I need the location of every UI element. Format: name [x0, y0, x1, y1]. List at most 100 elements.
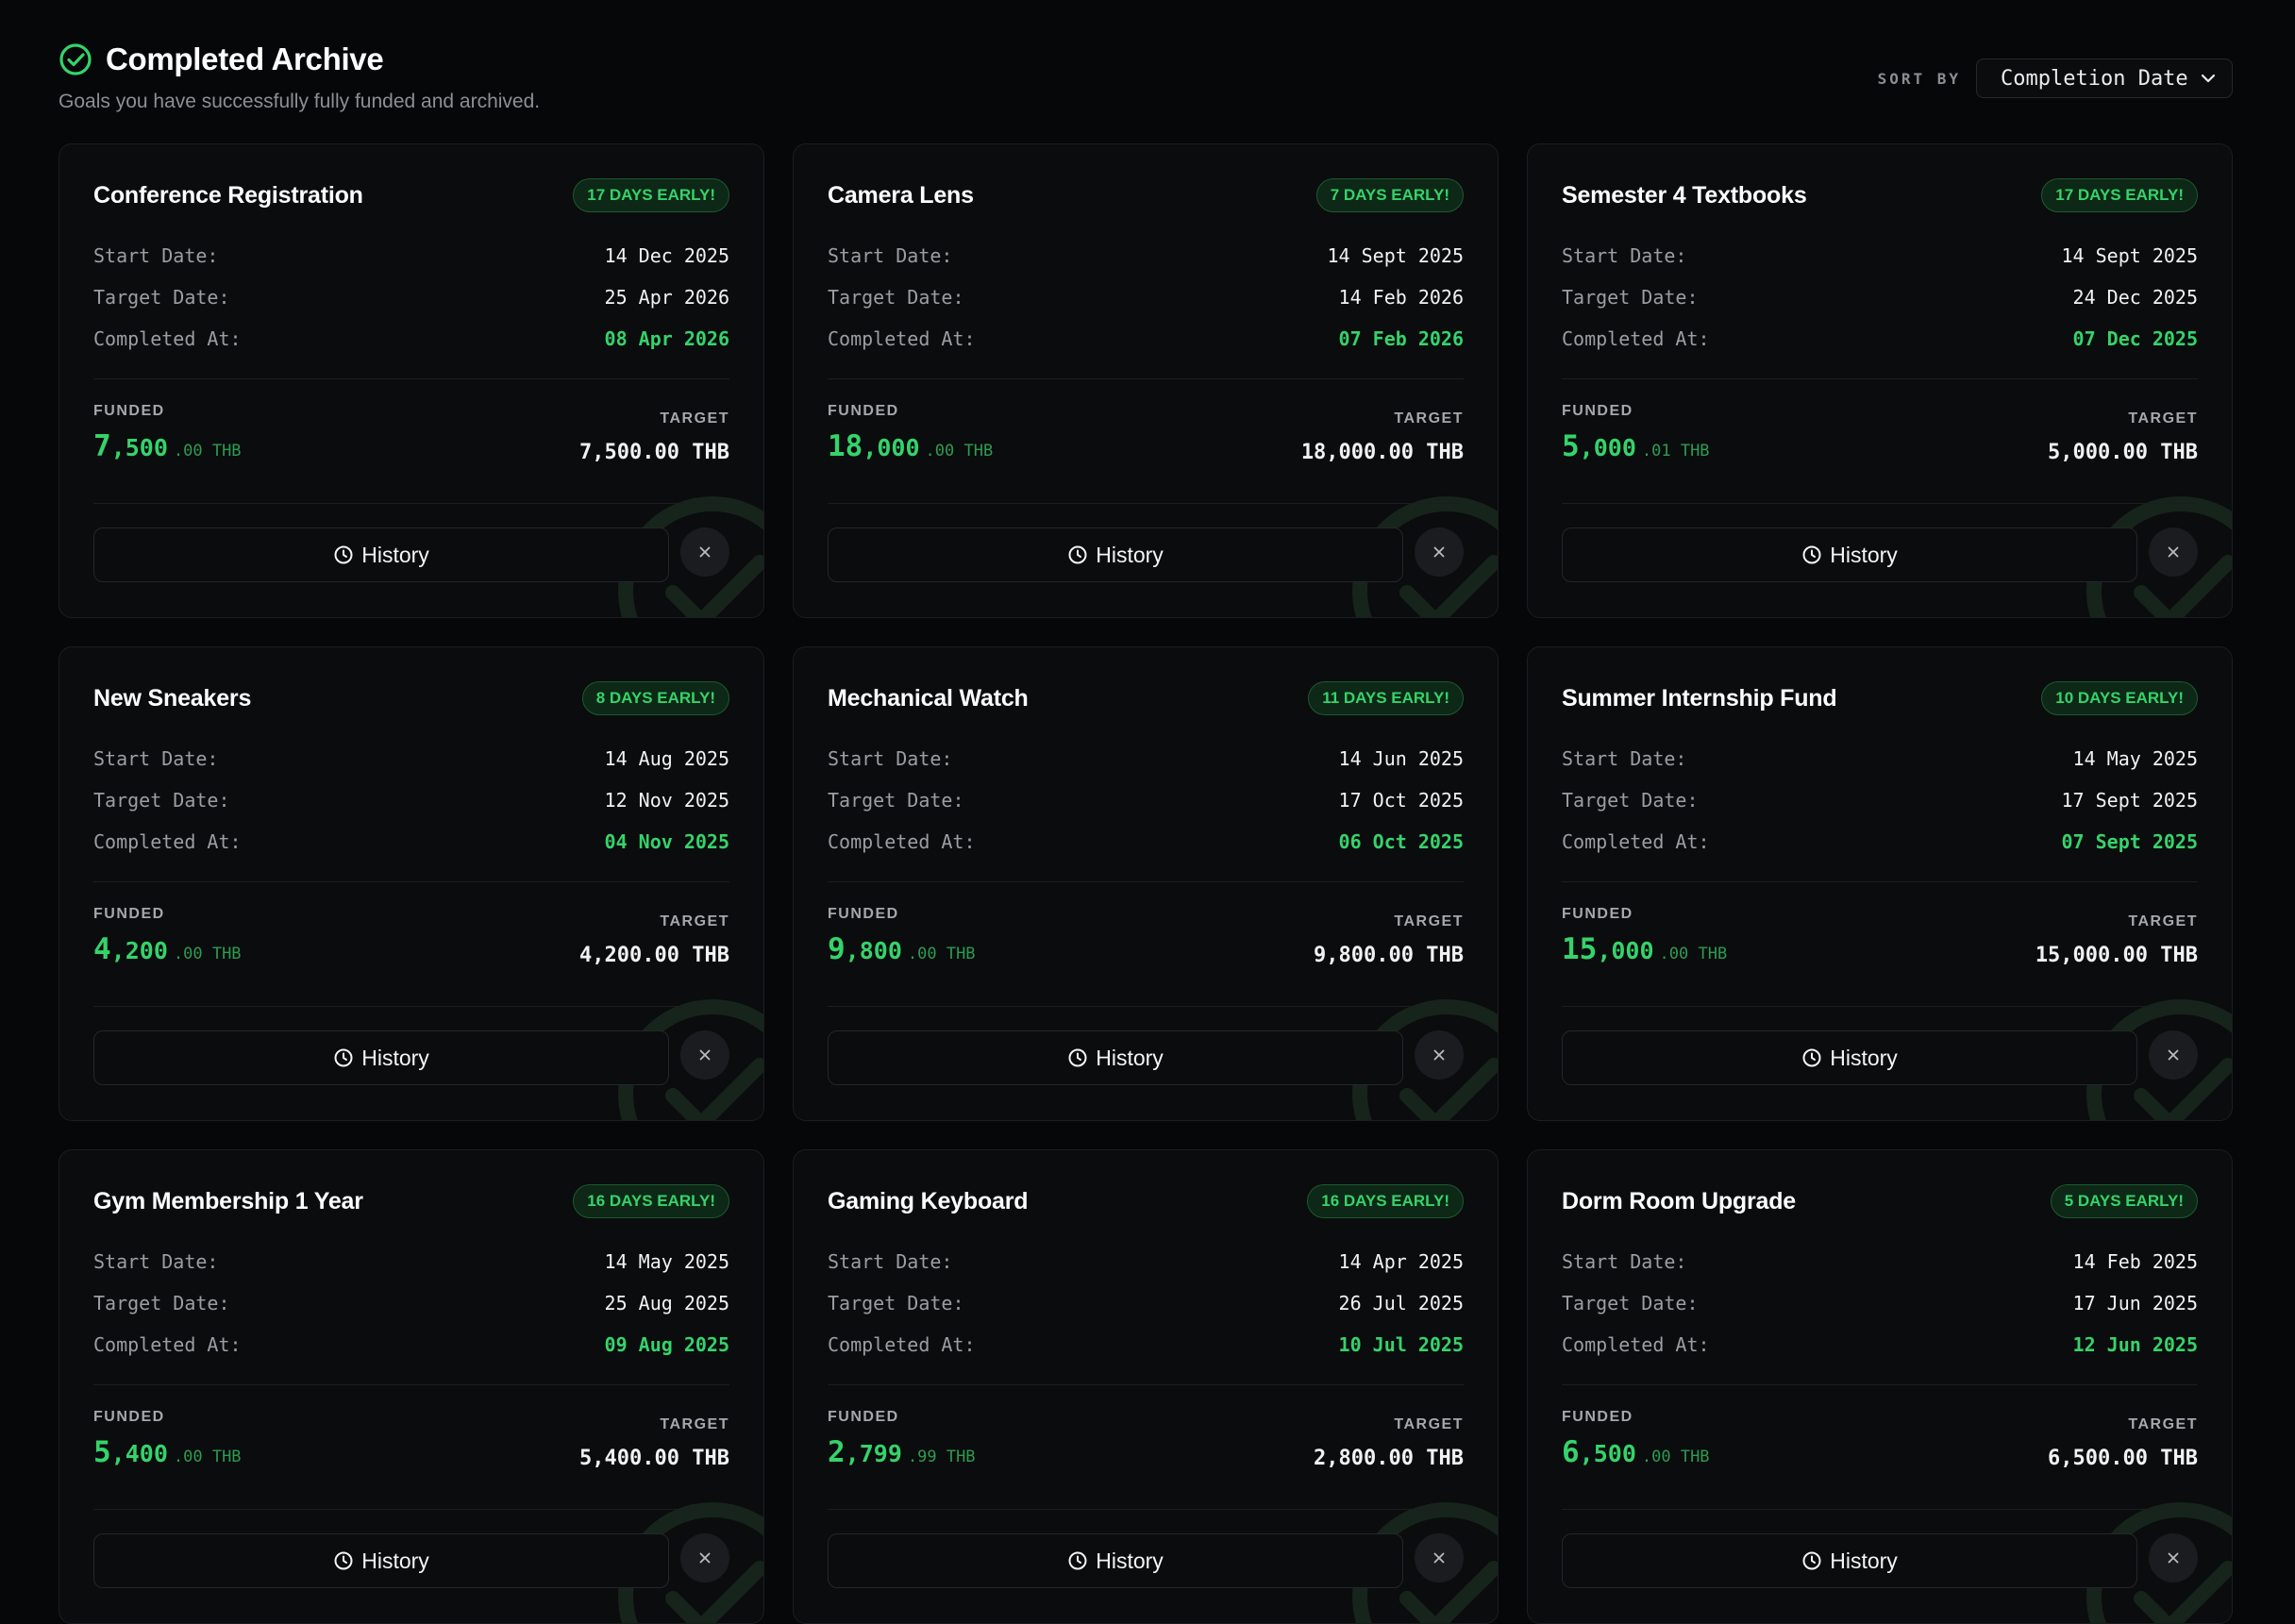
- target-amount-block: TARGET 7,500.00 THB: [579, 410, 729, 464]
- card-header: Summer Internship Fund 10 DAYS EARLY!: [1562, 681, 2198, 715]
- card-body: Dorm Room Upgrade 5 DAYS EARLY! Start Da…: [1562, 1150, 2198, 1623]
- goal-title: Conference Registration: [93, 181, 363, 209]
- clock-icon: [333, 544, 354, 565]
- card-header: Dorm Room Upgrade 5 DAYS EARLY!: [1562, 1184, 2198, 1218]
- goal-card: Mechanical Watch 11 DAYS EARLY! Start Da…: [793, 646, 1499, 1121]
- divider: [828, 881, 1464, 882]
- funded-amount-thousands: ,000: [1579, 434, 1636, 461]
- start-date-value: 14 Aug 2025: [604, 747, 729, 770]
- funding-summary: FUNDED 18 ,000 .00 THB TARGET 18,000.00 …: [828, 403, 1464, 464]
- target-amount-label: TARGET: [660, 1416, 729, 1432]
- target-date-value: 25 Apr 2026: [604, 286, 729, 309]
- goal-card: Gym Membership 1 Year 16 DAYS EARLY! Sta…: [59, 1149, 764, 1624]
- target-amount-block: TARGET 5,400.00 THB: [579, 1416, 729, 1470]
- goal-title: Gaming Keyboard: [828, 1187, 1029, 1214]
- funding-summary: FUNDED 5 ,400 .00 THB TARGET 5,400.00 TH…: [93, 1409, 729, 1470]
- date-list: Start Date: 14 May 2025 Target Date: 25 …: [93, 1241, 729, 1365]
- history-button-label: History: [1830, 1045, 1898, 1070]
- funded-amount-thousands: ,000: [1597, 937, 1654, 964]
- remove-button[interactable]: [2149, 1533, 2198, 1582]
- start-date-value: 14 May 2025: [604, 1250, 729, 1273]
- goal-card: Dorm Room Upgrade 5 DAYS EARLY! Start Da…: [1527, 1149, 2233, 1624]
- funding-summary: FUNDED 7 ,500 .00 THB TARGET 7,500.00 TH…: [93, 403, 729, 464]
- goal-card: Conference Registration 17 DAYS EARLY! S…: [59, 143, 764, 618]
- history-button[interactable]: History: [1562, 1030, 2137, 1085]
- remove-button[interactable]: [2149, 1030, 2198, 1080]
- date-list: Start Date: 14 May 2025 Target Date: 17 …: [1562, 738, 2198, 862]
- chevron-down-icon: [2198, 68, 2219, 89]
- card-actions: History: [1562, 1533, 2198, 1588]
- remove-button[interactable]: [1415, 1030, 1464, 1080]
- divider: [828, 503, 1464, 504]
- completed-date-value: 07 Feb 2026: [1338, 327, 1464, 350]
- card-header: Gym Membership 1 Year 16 DAYS EARLY!: [93, 1184, 729, 1218]
- date-list: Start Date: 14 Dec 2025 Target Date: 25 …: [93, 235, 729, 360]
- remove-button[interactable]: [680, 1533, 729, 1582]
- remove-button[interactable]: [1415, 527, 1464, 577]
- close-icon: [2166, 1550, 2181, 1565]
- funding-summary: FUNDED 5 ,000 .01 THB TARGET 5,000.00 TH…: [1562, 403, 2198, 464]
- date-list: Start Date: 14 Aug 2025 Target Date: 12 …: [93, 738, 729, 862]
- funded-amount-thousands: ,000: [863, 434, 920, 461]
- divider: [828, 1509, 1464, 1510]
- history-button[interactable]: History: [93, 1533, 669, 1588]
- target-amount-value: 7,500.00 THB: [579, 441, 729, 464]
- target-amount-label: TARGET: [1394, 913, 1464, 929]
- history-button[interactable]: History: [828, 1533, 1403, 1588]
- target-date-label: Target Date:: [93, 789, 230, 812]
- goal-title: Mechanical Watch: [828, 684, 1029, 712]
- start-date-row: Start Date: 14 Jun 2025: [828, 738, 1464, 779]
- start-date-label: Start Date:: [828, 244, 953, 267]
- early-badge: 16 DAYS EARLY!: [573, 1184, 729, 1218]
- sort-select[interactable]: Completion Date: [1976, 59, 2233, 98]
- history-button[interactable]: History: [1562, 1533, 2137, 1588]
- target-date-label: Target Date:: [1562, 286, 1699, 309]
- target-amount-label: TARGET: [2128, 1416, 2198, 1432]
- completed-date-row: Completed At: 10 Jul 2025: [828, 1324, 1464, 1365]
- divider: [1562, 881, 2198, 882]
- card-header: Gaming Keyboard 16 DAYS EARLY!: [828, 1184, 1464, 1218]
- completed-date-row: Completed At: 07 Dec 2025: [1562, 318, 2198, 360]
- history-button[interactable]: History: [93, 527, 669, 582]
- target-date-row: Target Date: 17 Jun 2025: [1562, 1282, 2198, 1324]
- archive-page: Completed Archive Goals you have success…: [59, 42, 2233, 1624]
- funded-amount-major: 5: [93, 1435, 111, 1469]
- start-date-row: Start Date: 14 Sept 2025: [828, 235, 1464, 276]
- remove-button[interactable]: [680, 527, 729, 577]
- target-date-label: Target Date:: [828, 286, 964, 309]
- completed-date-row: Completed At: 12 Jun 2025: [1562, 1324, 2198, 1365]
- target-date-label: Target Date:: [93, 286, 230, 309]
- funded-amount-thousands: ,799: [845, 1440, 902, 1467]
- card-body: Camera Lens 7 DAYS EARLY! Start Date: 14…: [828, 144, 1464, 617]
- remove-button[interactable]: [1415, 1533, 1464, 1582]
- close-icon: [697, 544, 712, 560]
- history-button[interactable]: History: [828, 1030, 1403, 1085]
- funded-amount-thousands: ,500: [1579, 1440, 1636, 1467]
- target-date-value: 24 Dec 2025: [2072, 286, 2198, 309]
- goal-card: Camera Lens 7 DAYS EARLY! Start Date: 14…: [793, 143, 1499, 618]
- remove-button[interactable]: [2149, 527, 2198, 577]
- history-button-label: History: [361, 1045, 429, 1070]
- history-button[interactable]: History: [1562, 527, 2137, 582]
- completed-date-value: 08 Apr 2026: [604, 327, 729, 350]
- divider: [1562, 1006, 2198, 1007]
- divider: [93, 1509, 729, 1510]
- completed-date-label: Completed At:: [828, 830, 976, 853]
- history-button[interactable]: History: [93, 1030, 669, 1085]
- start-date-row: Start Date: 14 Feb 2025: [1562, 1241, 2198, 1282]
- card-body: Mechanical Watch 11 DAYS EARLY! Start Da…: [828, 647, 1464, 1120]
- funded-amount-major: 5: [1562, 429, 1580, 463]
- history-button-label: History: [361, 1548, 429, 1573]
- early-badge: 11 DAYS EARLY!: [1308, 681, 1464, 715]
- card-actions: History: [93, 1030, 729, 1085]
- start-date-value: 14 Sept 2025: [2061, 244, 2199, 267]
- divider: [1562, 503, 2198, 504]
- funding-summary: FUNDED 15 ,000 .00 THB TARGET 15,000.00 …: [1562, 906, 2198, 967]
- funding-summary: FUNDED 4 ,200 .00 THB TARGET 4,200.00 TH…: [93, 906, 729, 967]
- remove-button[interactable]: [680, 1030, 729, 1080]
- completed-date-label: Completed At:: [1562, 830, 1710, 853]
- target-amount-value: 6,500.00 THB: [2048, 1447, 2198, 1470]
- history-button[interactable]: History: [828, 527, 1403, 582]
- sort-label: SORT BY: [1877, 69, 1961, 88]
- divider: [1562, 1384, 2198, 1385]
